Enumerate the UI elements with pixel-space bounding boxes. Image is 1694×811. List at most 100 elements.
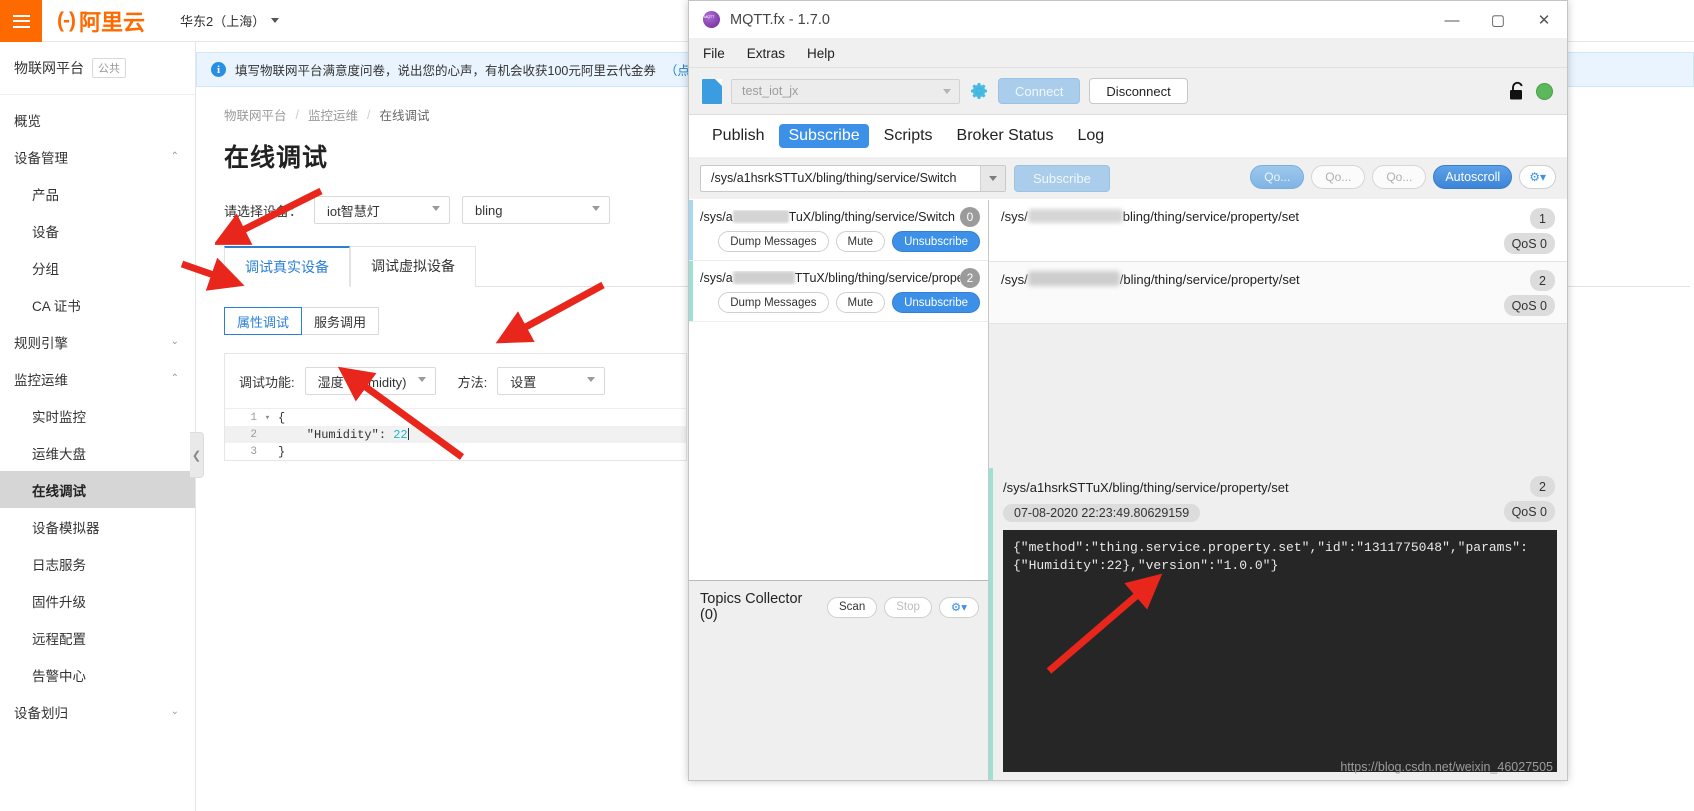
sidebar-item-label: 监控运维	[14, 372, 68, 388]
sidebar-item-5[interactable]: CA 证书	[0, 286, 195, 323]
qos1-button[interactable]: Qo...	[1311, 165, 1366, 189]
qos2-button[interactable]: Qo...	[1372, 165, 1427, 189]
message-row-1[interactable]: /sys//bling/thing/service/property/set 2 Q…	[989, 262, 1567, 324]
close-icon[interactable]: ✕	[1521, 1, 1567, 39]
subscribe-topic-input[interactable]: /sys/a1hsrkSTTuX/bling/thing/service/Swi…	[700, 164, 1006, 192]
topics-collector-header: Topics Collector (0) Scan Stop ⚙▾	[689, 581, 988, 623]
menu-item-file[interactable]: File	[703, 46, 725, 61]
debug-tab-1[interactable]: 调试虚拟设备	[350, 246, 476, 287]
sidebar-item-6[interactable]: 规则引擎	[0, 323, 195, 360]
sidebar-collapse-handle[interactable]: ❮	[190, 432, 204, 478]
chevron-down-icon	[171, 706, 179, 717]
disconnect-button[interactable]: Disconnect	[1089, 78, 1188, 104]
broker-profile-select[interactable]: test_iot_jx	[731, 78, 960, 104]
sidebar-item-15[interactable]: 告警中心	[0, 656, 195, 693]
mqttfx-app-icon	[703, 11, 720, 28]
mqtt-tab-broker-status[interactable]: Broker Status	[948, 124, 1063, 148]
debug-segment-1[interactable]: 服务调用	[301, 307, 380, 335]
chevron-down-icon	[271, 18, 280, 23]
sidebar-item-14[interactable]: 远程配置	[0, 619, 195, 656]
mute-button[interactable]: Mute	[835, 292, 886, 313]
debug-tab-0[interactable]: 调试真实设备	[224, 246, 350, 287]
region-selector[interactable]: 华东2（上海）	[180, 11, 280, 30]
device-select[interactable]: bling	[462, 196, 611, 224]
mqtt-tab-publish[interactable]: Publish	[703, 124, 773, 148]
editor-line-2[interactable]: 2 "Humidity": 22	[225, 426, 686, 443]
aliyun-mark-icon: (-)	[57, 9, 76, 32]
json-code-editor[interactable]: 1 ▾{2 "Humidity": 22 3}	[225, 408, 686, 460]
editor-fold-icon[interactable]: ▾	[261, 413, 274, 423]
message-number: 1	[1530, 208, 1555, 229]
dump-messages-button[interactable]: Dump Messages	[718, 231, 829, 252]
message-detail-pane: /sys/a1hsrkSTTuX/bling/thing/service/pro…	[989, 468, 1567, 780]
mqttfx-title: MQTT.fx - 1.7.0	[730, 11, 830, 28]
dump-messages-button[interactable]: Dump Messages	[718, 292, 829, 313]
product-select[interactable]: iot智慧灯	[314, 196, 451, 224]
debug-function-select[interactable]: 湿度 (Humidity)	[304, 367, 436, 395]
sidebar-item-label: 产品	[32, 187, 59, 203]
sidebar-item-8[interactable]: 实时监控	[0, 397, 195, 434]
aliyun-logo[interactable]: (-) 阿里云	[57, 8, 145, 35]
editor-line-text: }	[278, 444, 286, 459]
connect-button[interactable]: Connect	[998, 78, 1081, 104]
sidebar-item-label: 设备管理	[14, 150, 68, 166]
sidebar-item-7[interactable]: 监控运维	[0, 360, 195, 397]
unsubscribe-button[interactable]: Unsubscribe	[892, 292, 980, 313]
gear-icon[interactable]	[969, 81, 989, 101]
sidebar-item-12[interactable]: 日志服务	[0, 545, 195, 582]
topics-collector-settings-icon[interactable]: ⚙▾	[938, 596, 979, 618]
message-row-0[interactable]: /sys/bling/thing/service/property/set 1 Qo…	[989, 200, 1567, 262]
sidebar-item-9[interactable]: 运维大盘	[0, 434, 195, 471]
subscription-item-0[interactable]: /sys/a TuX/bling/thing/service/Switch 0 Dum…	[689, 200, 988, 261]
maximize-icon[interactable]: ▢	[1475, 1, 1521, 39]
mqtt-tab-scripts[interactable]: Scripts	[875, 124, 942, 148]
minimize-icon[interactable]: —	[1429, 1, 1475, 39]
mute-button[interactable]: Mute	[835, 231, 886, 252]
mqtt-tab-subscribe[interactable]: Subscribe	[779, 124, 869, 148]
qos0-button[interactable]: Qo...	[1250, 165, 1305, 189]
sidebar-item-label: 设备模拟器	[32, 520, 100, 536]
subscription-item-1[interactable]: /sys/a TTuX/bling/thing/service/proper 2 Du…	[689, 261, 988, 322]
menu-item-help[interactable]: Help	[807, 46, 835, 61]
message-detail-badges: 2 QoS 0	[1503, 476, 1555, 522]
message-payload[interactable]: {"method":"thing.service.property.set","…	[1003, 530, 1557, 772]
product-select-value: iot智慧灯	[327, 203, 380, 219]
subscription-accent-bar	[689, 261, 693, 321]
sidebar-item-10[interactable]: 在线调试	[0, 471, 195, 508]
menu-item-extras[interactable]: Extras	[747, 46, 785, 61]
info-icon: i	[211, 62, 226, 77]
message-detail-accent-bar	[989, 468, 993, 780]
sidebar-product-header: 物联网平台 公共	[0, 42, 195, 95]
debug-method-select[interactable]: 设置	[497, 367, 606, 395]
message-topic: /sys/bling/thing/service/property/set	[1001, 209, 1300, 224]
message-topic: /sys//bling/thing/service/property/set	[1001, 271, 1300, 287]
sidebar-item-4[interactable]: 分组	[0, 249, 195, 286]
sidebar-item-1[interactable]: 设备管理	[0, 138, 195, 175]
menu-hamburger-icon[interactable]	[0, 0, 42, 42]
chevron-down-icon[interactable]	[980, 165, 1005, 191]
editor-line-3[interactable]: 3}	[225, 443, 686, 460]
mqtt-tab-log[interactable]: Log	[1068, 124, 1113, 148]
editor-line-1[interactable]: 1 ▾ {	[225, 409, 686, 426]
subscribe-settings-icon[interactable]: ⚙▾	[1519, 165, 1556, 189]
breadcrumb-item-2[interactable]: 监控运维	[308, 105, 358, 124]
sidebar-item-label: 设备划归	[14, 705, 68, 721]
sidebar-item-3[interactable]: 设备	[0, 212, 195, 249]
sidebar-item-label: CA 证书	[32, 298, 81, 314]
subscribe-button[interactable]: Subscribe	[1014, 164, 1110, 192]
sidebar-item-11[interactable]: 设备模拟器	[0, 508, 195, 545]
chevron-down-icon	[432, 206, 441, 211]
unsubscribe-button[interactable]: Unsubscribe	[892, 231, 980, 252]
sidebar-item-0[interactable]: 概览	[0, 101, 195, 138]
breadcrumb-item-1[interactable]: 物联网平台	[224, 105, 287, 124]
sidebar-item-13[interactable]: 固件升级	[0, 582, 195, 619]
scan-button[interactable]: Scan	[827, 596, 878, 618]
autoscroll-button[interactable]: Autoscroll	[1433, 165, 1513, 189]
connection-status-area	[1509, 81, 1553, 101]
debug-segment-0[interactable]: 属性调试	[224, 307, 303, 335]
stop-button[interactable]: Stop	[884, 596, 932, 618]
sidebar-item-16[interactable]: 设备划归	[0, 693, 195, 730]
sidebar-item-label: 分组	[32, 261, 59, 277]
sidebar-item-2[interactable]: 产品	[0, 175, 195, 212]
redacted-block	[732, 271, 795, 284]
